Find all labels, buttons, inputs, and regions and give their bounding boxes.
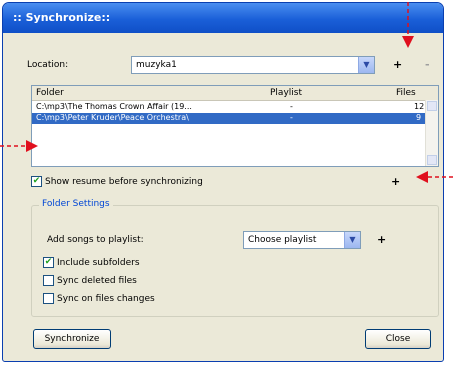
location-combo[interactable]: muzyka1 ▼ [131,56,375,74]
row-files: 12 [414,102,425,111]
window-title: :: Synchronize:: [13,11,111,24]
sync-deleted-checkbox[interactable] [43,275,54,286]
row-playlist: - [290,113,293,122]
folder-list[interactable]: Folder Playlist Files C:\mp3\The Thomas … [31,85,439,167]
add-songs-label: Add songs to playlist: [47,235,144,245]
row-folder: C:\mp3\The Thomas Crown Affair (19... [36,102,192,111]
scroll-down-arrow[interactable] [427,155,437,165]
playlist-value: Choose playlist [248,235,317,245]
add-playlist-button[interactable]: + [377,233,386,246]
chevron-down-icon[interactable]: ▼ [344,232,360,248]
show-resume-label: Show resume before synchronizing [45,177,203,187]
annotation-arrow-right-icon [0,140,38,152]
remove-location-button[interactable]: - [425,58,430,71]
column-playlist[interactable]: Playlist [270,88,302,98]
include-subfolders-checkbox[interactable]: ✔ [43,257,54,268]
row-folder: C:\mp3\Peter Kruder\Peace Orchestra\ [36,113,189,122]
synchronize-button[interactable]: Synchronize [33,329,111,349]
scroll-up-arrow[interactable] [427,101,437,111]
folder-settings-title: Folder Settings [39,199,113,209]
location-value: muzyka1 [136,60,177,70]
sync-deleted-label: Sync deleted files [57,276,137,286]
annotation-arrow-down-icon [402,2,414,48]
annotation-arrow-left-icon [416,171,456,183]
title-bar[interactable]: :: Synchronize:: [3,3,443,33]
sync-changes-checkbox[interactable] [43,293,54,304]
sync-changes-label: Sync on files changes [57,294,155,304]
synchronize-dialog: :: Synchronize:: Location: muzyka1 ▼ + -… [2,2,444,362]
close-button[interactable]: Close [365,329,431,349]
show-resume-checkbox[interactable]: ✔ [31,176,42,187]
row-files: 9 [416,113,422,122]
location-label: Location: [27,60,69,70]
list-item-selected[interactable]: C:\mp3\Peter Kruder\Peace Orchestra\ - 9 [32,113,438,124]
include-subfolders-label: Include subfolders [57,258,140,268]
add-folder-button[interactable]: + [391,175,400,188]
list-scrollbar[interactable] [425,100,438,166]
list-header: Folder Playlist Files [32,86,438,101]
chevron-down-icon[interactable]: ▼ [358,57,374,73]
column-files[interactable]: Files [396,88,416,98]
list-item[interactable]: C:\mp3\The Thomas Crown Affair (19... - … [32,102,438,113]
add-location-button[interactable]: + [393,58,402,71]
column-folder[interactable]: Folder [36,88,64,98]
playlist-combo[interactable]: Choose playlist ▼ [243,231,361,249]
row-playlist: - [290,102,293,111]
